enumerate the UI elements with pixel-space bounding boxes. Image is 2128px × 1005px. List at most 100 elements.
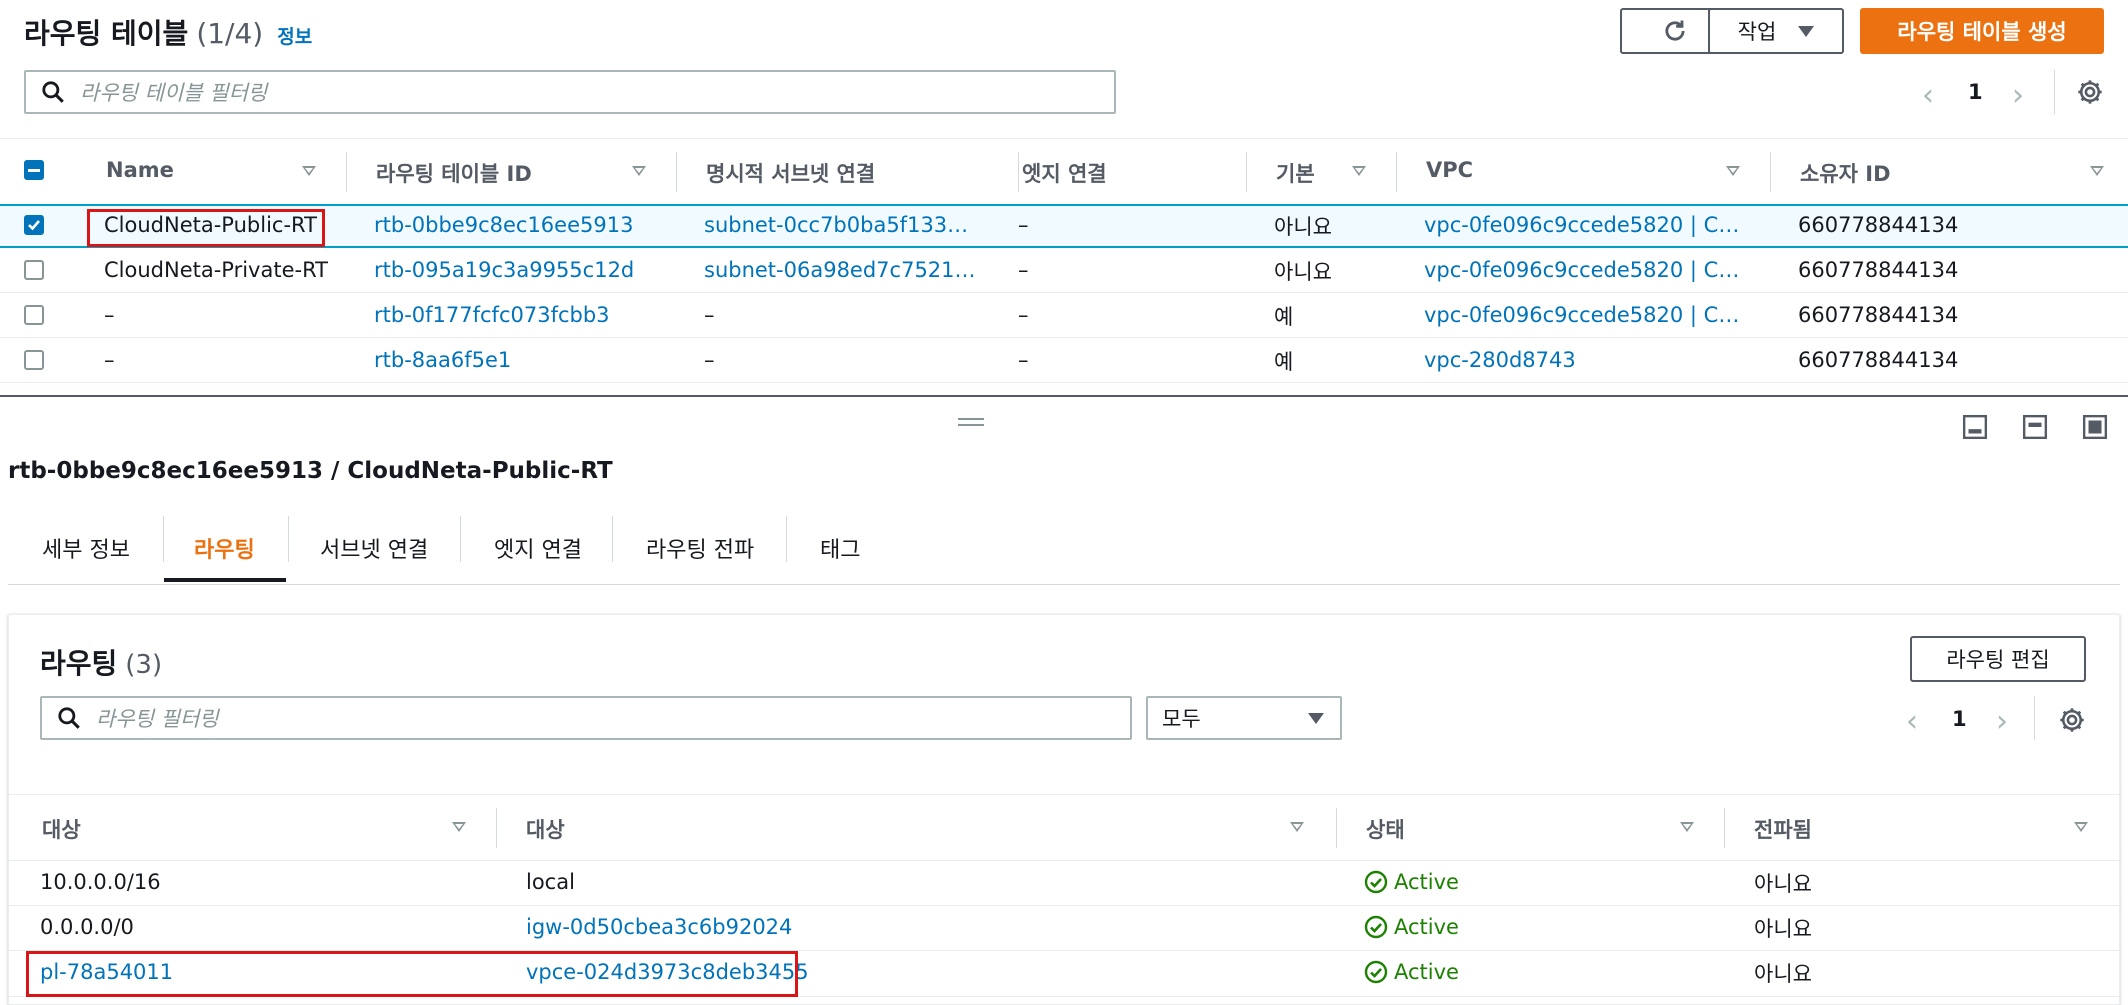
select-all-checkbox[interactable] xyxy=(24,160,44,180)
row-name: CloudNeta-Private-RT xyxy=(104,258,328,282)
col-main[interactable]: 기본 xyxy=(1276,158,1315,188)
row-checkbox[interactable] xyxy=(24,350,44,370)
sort-icon[interactable] xyxy=(1352,166,1366,176)
row-owner: 660778844134 xyxy=(1798,348,1959,372)
info-link[interactable]: 정보 xyxy=(277,22,312,49)
row-main: 예 xyxy=(1274,305,1294,329)
row-checkbox[interactable] xyxy=(24,305,44,325)
check-circle-icon xyxy=(1364,870,1388,894)
col-name[interactable]: Name xyxy=(106,158,174,182)
row-vpc[interactable]: vpc-280d8743 xyxy=(1424,348,1744,372)
sort-icon[interactable] xyxy=(1290,822,1304,832)
row-subnet: – xyxy=(704,303,715,327)
route-propagated: 아니요 xyxy=(1754,917,1812,941)
panel-side-icon[interactable] xyxy=(2022,414,2048,440)
tab-subnet-associations[interactable]: 서브넷 연결 xyxy=(320,518,428,578)
row-name: – xyxy=(104,303,115,327)
highlight-box xyxy=(26,951,798,997)
row-subnet: – xyxy=(704,348,715,372)
tab-route-propagation[interactable]: 라우팅 전파 xyxy=(646,518,754,578)
refresh-icon xyxy=(1665,20,1685,41)
actions-dropdown[interactable]: 작업 xyxy=(1708,8,1844,54)
route-table-filter-input[interactable]: 라우팅 테이블 필터링 xyxy=(24,70,1116,114)
caret-down-icon xyxy=(1308,712,1324,724)
col-destination[interactable]: 대상 xyxy=(42,814,81,844)
settings-gear-icon[interactable] xyxy=(2058,706,2086,734)
pagination-prev-icon[interactable]: ‹ xyxy=(1922,78,1934,113)
search-icon xyxy=(58,707,80,729)
route-status: Active xyxy=(1364,960,1459,984)
row-edge: – xyxy=(1018,258,1029,282)
select-value: 모두 xyxy=(1162,707,1201,731)
row-vpc[interactable]: vpc-0fe096c9ccede5820 | Clou… xyxy=(1424,258,1744,282)
route-destination: 10.0.0.0/16 xyxy=(40,870,161,894)
col-subnet[interactable]: 명시적 서브넷 연결 xyxy=(706,158,875,188)
panel-full-icon[interactable] xyxy=(2082,414,2108,440)
active-tab-indicator xyxy=(164,578,286,582)
routes-title-wrap: 라우팅 (3) xyxy=(40,642,162,682)
route-target: local xyxy=(526,870,575,894)
sort-icon[interactable] xyxy=(632,166,646,176)
page-title-wrap: 라우팅 테이블 (1/4) 정보 xyxy=(24,12,312,52)
routes-title: 라우팅 xyxy=(40,647,118,680)
filter-placeholder: 라우팅 필터링 xyxy=(96,707,219,731)
create-route-table-button[interactable]: 라우팅 테이블 생성 xyxy=(1860,8,2104,54)
row-main: 아니요 xyxy=(1274,260,1332,284)
route-status: Active xyxy=(1364,915,1459,939)
row-checkbox[interactable] xyxy=(24,215,44,235)
route-propagated: 아니요 xyxy=(1754,872,1812,896)
row-owner: 660778844134 xyxy=(1798,213,1959,237)
sort-icon[interactable] xyxy=(1680,822,1694,832)
row-route-table-id[interactable]: rtb-0bbe9c8ec16ee5913 xyxy=(374,213,664,237)
routes-filter-input[interactable]: 라우팅 필터링 xyxy=(40,696,1132,740)
row-name: – xyxy=(104,348,115,372)
col-edge[interactable]: 엣지 연결 xyxy=(1022,158,1107,188)
row-route-table-id[interactable]: rtb-0f177fcfc073fcbb3 xyxy=(374,303,664,327)
route-propagated: 아니요 xyxy=(1754,962,1812,986)
selection-count: (1/4) xyxy=(196,17,264,50)
row-route-table-id[interactable]: rtb-095a19c3a9955c12d xyxy=(374,258,664,282)
detail-title: rtb-0bbe9c8ec16ee5913 / CloudNeta-Public… xyxy=(8,458,613,484)
settings-gear-icon[interactable] xyxy=(2076,78,2104,106)
route-target[interactable]: igw-0d50cbea3c6b92024 xyxy=(526,915,1226,939)
pagination-next-icon[interactable]: › xyxy=(1996,704,2008,739)
routes-count: (3) xyxy=(125,650,163,680)
tab-routes[interactable]: 라우팅 xyxy=(194,518,255,578)
row-subnet[interactable]: subnet-06a98ed7c7521… xyxy=(704,258,994,282)
row-owner: 660778844134 xyxy=(1798,303,1959,327)
sort-icon[interactable] xyxy=(302,166,316,176)
tab-tags[interactable]: 태그 xyxy=(820,518,860,578)
page-number[interactable]: 1 xyxy=(1968,80,1983,104)
col-target[interactable]: 대상 xyxy=(526,814,565,844)
drag-handle-icon[interactable] xyxy=(958,418,984,426)
check-circle-icon xyxy=(1364,960,1388,984)
split-panel-divider[interactable] xyxy=(0,395,2128,397)
sort-icon[interactable] xyxy=(452,822,466,832)
route-status: Active xyxy=(1364,870,1459,894)
col-owner[interactable]: 소유자 ID xyxy=(1800,158,1891,188)
page-number[interactable]: 1 xyxy=(1952,707,1967,731)
col-vpc[interactable]: VPC xyxy=(1426,158,1473,182)
highlight-box xyxy=(87,209,325,247)
tab-edge-associations[interactable]: 엣지 연결 xyxy=(494,518,582,578)
sort-icon[interactable] xyxy=(2090,166,2104,176)
col-propagated[interactable]: 전파됨 xyxy=(1754,814,1812,844)
sort-icon[interactable] xyxy=(2074,822,2088,832)
row-edge: – xyxy=(1018,303,1029,327)
routes-status-select[interactable]: 모두 xyxy=(1146,696,1342,740)
row-subnet[interactable]: subnet-0cc7b0ba5f133… xyxy=(704,213,994,237)
panel-bottom-icon[interactable] xyxy=(1962,414,1988,440)
col-route-table-id[interactable]: 라우팅 테이블 ID xyxy=(376,158,532,188)
row-vpc[interactable]: vpc-0fe096c9ccede5820 | Clou… xyxy=(1424,213,1744,237)
pagination-prev-icon[interactable]: ‹ xyxy=(1906,704,1918,739)
row-route-table-id[interactable]: rtb-8aa6f5e1 xyxy=(374,348,664,372)
row-owner: 660778844134 xyxy=(1798,258,1959,282)
row-vpc[interactable]: vpc-0fe096c9ccede5820 | Clou… xyxy=(1424,303,1744,327)
row-checkbox[interactable] xyxy=(24,260,44,280)
col-status[interactable]: 상태 xyxy=(1366,814,1405,844)
sort-icon[interactable] xyxy=(1726,166,1740,176)
row-main: 예 xyxy=(1274,350,1294,374)
tab-details[interactable]: 세부 정보 xyxy=(42,518,130,578)
pagination-next-icon[interactable]: › xyxy=(2012,78,2024,113)
edit-routes-button[interactable]: 라우팅 편집 xyxy=(1910,636,2086,682)
